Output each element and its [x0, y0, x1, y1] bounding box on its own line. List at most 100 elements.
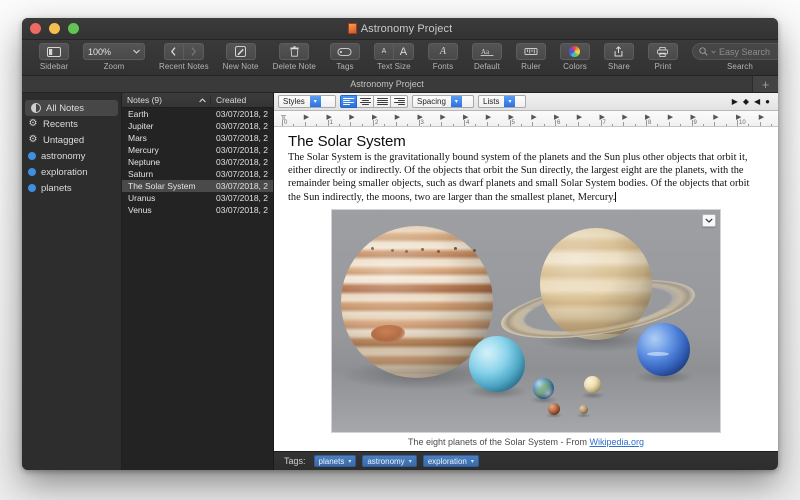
ruler-tab-stop[interactable]: ▶ — [327, 113, 332, 121]
default-button[interactable]: Aa — [472, 43, 502, 60]
ruler-tab-stop[interactable]: ▶ — [600, 113, 605, 121]
ruler-tab-stop[interactable]: ▶ — [531, 113, 536, 121]
toolbar-format-group: Tags A A Text Size A Fonts — [323, 43, 597, 71]
lists-select[interactable]: Lists ▾ — [478, 95, 526, 108]
ruler[interactable]: 0╥▶1▶▶2▶▶3▶▶4▶▶5▶▶6▶▶7▶▶8▶▶9▶▶10▶▶ — [274, 111, 778, 127]
tag-pill-planets[interactable]: planets ▾ — [314, 455, 357, 467]
new-note-toolbar-item[interactable]: New Note — [223, 43, 259, 71]
tags-toolbar-item[interactable]: Tags — [330, 43, 360, 71]
ruler-tab-stop[interactable]: ▶ — [554, 113, 559, 121]
table-row[interactable]: Venus 03/07/2018, 2 — [122, 204, 273, 216]
colors-button[interactable] — [560, 43, 590, 60]
align-justify-button[interactable] — [374, 95, 391, 108]
ruler-tab-stop[interactable]: ▶ — [668, 113, 673, 121]
table-row[interactable]: Saturn 03/07/2018, 2 — [122, 168, 273, 180]
share-toolbar-item[interactable]: Share — [604, 43, 634, 71]
sidebar-item-astronomy[interactable]: astronomy — [22, 148, 121, 164]
window-titlebar[interactable]: Astronomy Project — [22, 18, 778, 40]
ruler-tab-stop[interactable]: ▶ — [349, 113, 354, 121]
record-icon[interactable]: ● — [765, 97, 770, 106]
created-column-header[interactable]: Created — [211, 95, 273, 105]
minimize-button[interactable] — [49, 23, 60, 34]
search-field[interactable]: Easy Search — [692, 43, 778, 60]
ruler-tab-stop[interactable]: ▶ — [440, 113, 445, 121]
zoom-toolbar-item[interactable]: 100% Zoom — [83, 43, 145, 71]
tag-pill-exploration[interactable]: exploration ▾ — [423, 455, 479, 467]
close-button[interactable] — [30, 23, 41, 34]
table-row[interactable]: Neptune 03/07/2018, 2 — [122, 156, 273, 168]
sidebar-item-exploration[interactable]: exploration — [22, 164, 121, 180]
ruler-tab-stop[interactable]: ▶ — [486, 113, 491, 121]
ruler-tab-stop[interactable]: ▶ — [622, 113, 627, 121]
sidebar-button[interactable] — [39, 43, 69, 60]
back-button[interactable] — [164, 43, 184, 60]
align-right-button[interactable] — [391, 95, 408, 108]
ruler-tab-stop[interactable]: ▶ — [372, 113, 377, 121]
recent-notes-toolbar-item[interactable]: Recent Notes — [159, 43, 209, 71]
print-button[interactable] — [648, 43, 678, 60]
text-size-toolbar-item[interactable]: A A Text Size — [374, 43, 414, 71]
table-row[interactable]: Jupiter 03/07/2018, 2 — [122, 120, 273, 132]
left-triangle-icon[interactable]: ◀ — [754, 97, 760, 106]
fonts-button[interactable]: A — [428, 43, 458, 60]
ruler-tab-stop[interactable]: ▶ — [418, 113, 423, 121]
ruler-toolbar-item[interactable]: Ruler — [516, 43, 546, 71]
table-row[interactable]: Mercury 03/07/2018, 2 — [122, 144, 273, 156]
forward-button[interactable] — [184, 43, 204, 60]
diamond-icon[interactable]: ◆ — [743, 97, 749, 106]
sidebar-toolbar-item[interactable]: Sidebar — [39, 43, 69, 71]
window-body: All Notes ⚙ Recents ⚙ Untagged astronomy… — [22, 93, 778, 470]
ruler-tab-stop[interactable]: ▶ — [713, 113, 718, 121]
notes-column-header[interactable]: Notes (9) — [122, 95, 211, 105]
align-left-button[interactable] — [340, 95, 357, 108]
ruler-button[interactable] — [516, 43, 546, 60]
image-options-button[interactable] — [702, 214, 716, 227]
table-row[interactable]: Earth 03/07/2018, 2 — [122, 108, 273, 120]
sidebar-item-untagged[interactable]: ⚙ Untagged — [22, 132, 121, 148]
ruler-tab-stop[interactable]: ▶ — [759, 113, 764, 121]
sidebar-item-recents[interactable]: ⚙ Recents — [22, 116, 121, 132]
ruler-tab-stop[interactable]: ▶ — [463, 113, 468, 121]
sidebar-item-all-notes[interactable]: All Notes — [25, 100, 118, 116]
document-page[interactable]: The Solar System The Solar System is the… — [274, 127, 778, 451]
caption-link[interactable]: Wikipedia.org — [590, 437, 645, 447]
search-toolbar-item[interactable]: Easy Search Search — [692, 43, 778, 71]
ruler-tab-stop[interactable]: ▶ — [395, 113, 400, 121]
ruler-tab-stop[interactable]: ▶ — [736, 113, 741, 121]
ruler-tab-stop[interactable]: ▶ — [577, 113, 582, 121]
recent-notes-label: Recent Notes — [159, 62, 209, 71]
document-image[interactable] — [331, 209, 721, 433]
tab-astronomy-project[interactable]: Astronomy Project — [22, 76, 752, 92]
ruler-tab-stop[interactable]: ▶ — [645, 113, 650, 121]
tag-pill-astronomy[interactable]: astronomy ▾ — [362, 455, 416, 467]
maximize-button[interactable] — [68, 23, 79, 34]
ruler-tab-stop[interactable]: ▶ — [304, 113, 309, 121]
styles-select[interactable]: Styles ▾ — [278, 95, 336, 108]
table-row-selected[interactable]: The Solar System 03/07/2018, 2 — [122, 180, 273, 192]
ruler-minor-tick — [316, 124, 317, 127]
play-icon[interactable]: ▶ — [732, 97, 738, 106]
table-row[interactable]: Mars 03/07/2018, 2 — [122, 132, 273, 144]
text-size-small-button[interactable]: A — [374, 43, 394, 60]
print-toolbar-item[interactable]: Print — [648, 43, 678, 71]
new-note-button[interactable] — [226, 43, 256, 60]
ruler-minor-tick — [589, 124, 590, 127]
text-size-large-button[interactable]: A — [394, 43, 414, 60]
fonts-toolbar-item[interactable]: A Fonts — [428, 43, 458, 71]
ruler-tab-stop[interactable]: ▶ — [509, 113, 514, 121]
colors-toolbar-item[interactable]: Colors — [560, 43, 590, 71]
table-row[interactable]: Uranus 03/07/2018, 2 — [122, 192, 273, 204]
ruler-tab-stop[interactable]: ▶ — [691, 113, 696, 121]
delete-note-toolbar-item[interactable]: Delete Note — [273, 43, 316, 71]
share-button[interactable] — [604, 43, 634, 60]
spacing-select[interactable]: Spacing ▾ — [412, 95, 474, 108]
default-toolbar-item[interactable]: Aa Default — [472, 43, 502, 71]
zoom-select[interactable]: 100% — [83, 43, 145, 60]
new-tab-button[interactable]: + — [752, 76, 778, 92]
ruler-minor-tick — [635, 124, 636, 127]
sidebar-item-planets[interactable]: planets — [22, 180, 121, 196]
delete-note-button[interactable] — [279, 43, 309, 60]
align-center-button[interactable] — [357, 95, 374, 108]
tags-button[interactable] — [330, 43, 360, 60]
ruler-tab-stop[interactable]: ╥ — [281, 113, 286, 120]
